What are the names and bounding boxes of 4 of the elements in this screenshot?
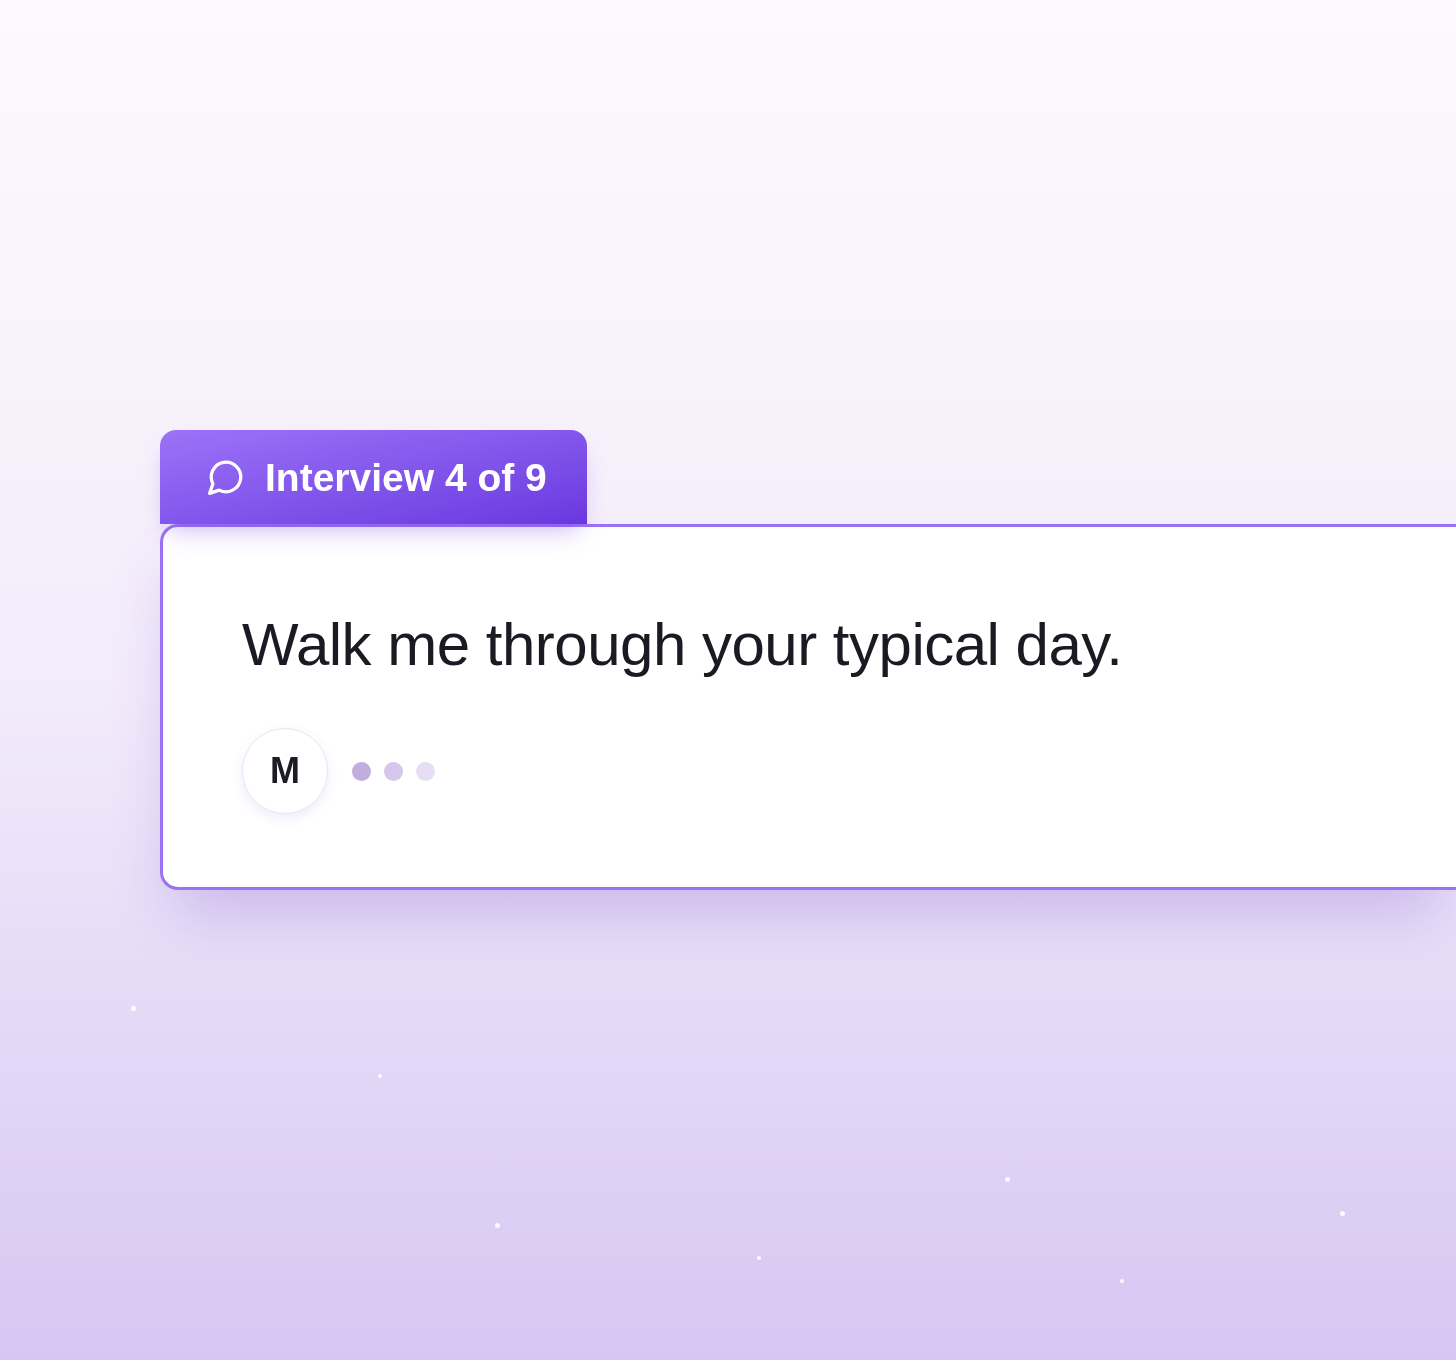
question-text: Walk me through your typical day. xyxy=(242,610,1123,679)
chat-bubble-icon xyxy=(208,459,244,495)
avatar: M xyxy=(242,728,328,814)
interview-counter: Interview 4 of 9 xyxy=(265,457,547,497)
